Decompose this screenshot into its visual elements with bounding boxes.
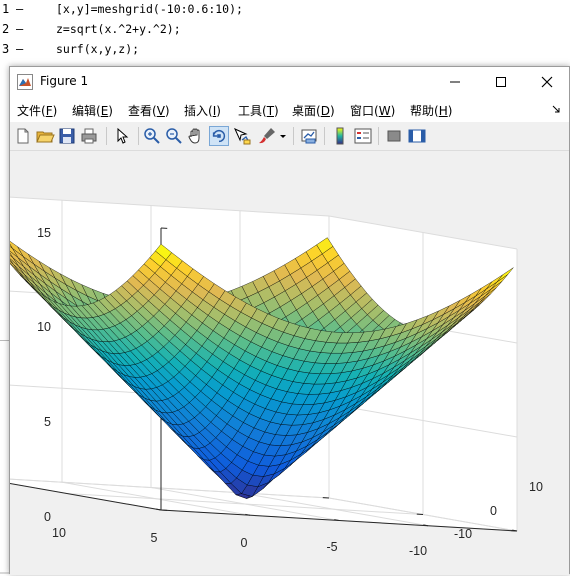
divider: [324, 127, 325, 145]
menu-tools[interactable]: 工具(T): [238, 102, 279, 119]
divider: [138, 127, 139, 145]
brush-icon[interactable]: [257, 126, 277, 146]
menu-help[interactable]: 帮助(H): [410, 102, 452, 119]
arrow-icon[interactable]: [551, 104, 561, 114]
open-file-icon[interactable]: [35, 126, 55, 146]
hide-plot-tools-icon[interactable]: [384, 126, 404, 146]
menu-insert[interactable]: 插入(I): [184, 102, 221, 119]
y-tick-label: 0: [490, 504, 497, 518]
insert-colorbar-icon[interactable]: [330, 126, 350, 146]
menu-bar: 文件(F) 编辑(E) 查看(V) 插入(I) 工具(T) 桌面(D) 窗口(W…: [10, 96, 569, 122]
toolbar: [10, 122, 569, 151]
figure-window[interactable]: Figure 1 文件(F) 编辑(E) 查看(V) 插入(I) 工具(T) 桌…: [9, 66, 570, 574]
breakpoint-marker[interactable]: –: [16, 2, 23, 16]
breakpoint-marker[interactable]: –: [16, 42, 23, 56]
insert-legend-icon[interactable]: [353, 126, 373, 146]
x-tick-label: 10: [52, 526, 66, 540]
divider: [293, 127, 294, 145]
z-tick-label: 5: [44, 415, 51, 429]
save-icon[interactable]: [57, 126, 77, 146]
x-tick-label: 0: [241, 536, 248, 550]
data-cursor-icon[interactable]: [232, 126, 252, 146]
close-icon: [541, 76, 553, 88]
minimize-button[interactable]: [432, 67, 478, 96]
x-tick-label: -10: [409, 544, 427, 558]
line-number: 3: [2, 42, 12, 56]
zoom-in-icon[interactable]: [142, 126, 162, 146]
rotate-3d-icon[interactable]: [209, 126, 229, 146]
z-tick-label: 0: [44, 510, 51, 524]
divider: [378, 127, 379, 145]
code-line[interactable]: 1 – [x,y]=meshgrid(-10:0.6:10);: [0, 2, 570, 22]
y-tick-label: -10: [454, 527, 472, 541]
pan-icon[interactable]: [186, 126, 206, 146]
z-tick-label: 15: [37, 226, 51, 240]
code-line[interactable]: 3 – surf(x,y,z);: [0, 42, 570, 62]
code-line[interactable]: 2 – z=sqrt(x.^2+y.^2);: [0, 22, 570, 42]
surface-plot[interactable]: 15 10 5 0 10 5 0 -5 -10 -10 0 10: [10, 151, 569, 573]
code-text[interactable]: z=sqrt(x.^2+y.^2);: [56, 22, 181, 36]
x-tick-label: 5: [151, 531, 158, 545]
y-tick-label: 10: [529, 480, 543, 494]
maximize-icon: [495, 76, 507, 88]
plot-area[interactable]: 15 10 5 0 10 5 0 -5 -10 -10 0 10: [10, 151, 569, 575]
line-number: 2: [2, 22, 12, 36]
code-text[interactable]: surf(x,y,z);: [56, 42, 139, 56]
print-icon[interactable]: [79, 126, 99, 146]
code-text[interactable]: [x,y]=meshgrid(-10:0.6:10);: [56, 2, 243, 16]
title-bar[interactable]: Figure 1: [10, 67, 569, 96]
window-title: Figure 1: [40, 74, 88, 88]
new-figure-icon[interactable]: [13, 126, 33, 146]
minimize-icon: [449, 76, 461, 88]
menu-window[interactable]: 窗口(W): [350, 102, 395, 119]
brush-dropdown-icon[interactable]: [278, 126, 288, 146]
close-button[interactable]: [524, 67, 570, 96]
link-plot-icon[interactable]: [299, 126, 319, 146]
edit-plot-icon[interactable]: [112, 126, 132, 146]
menu-view[interactable]: 查看(V): [128, 102, 170, 119]
menu-desktop[interactable]: 桌面(D): [292, 102, 335, 119]
breakpoint-marker[interactable]: –: [16, 22, 23, 36]
menu-file[interactable]: 文件(F): [17, 102, 57, 119]
zoom-out-icon[interactable]: [164, 126, 184, 146]
x-tick-label: -5: [326, 540, 337, 554]
maximize-button[interactable]: [478, 67, 524, 96]
line-number: 1: [2, 2, 12, 16]
matlab-logo-icon: [17, 74, 33, 90]
menu-edit[interactable]: 编辑(E): [72, 102, 113, 119]
z-tick-label: 10: [37, 320, 51, 334]
show-plot-tools-icon[interactable]: [407, 126, 427, 146]
divider: [106, 127, 107, 145]
